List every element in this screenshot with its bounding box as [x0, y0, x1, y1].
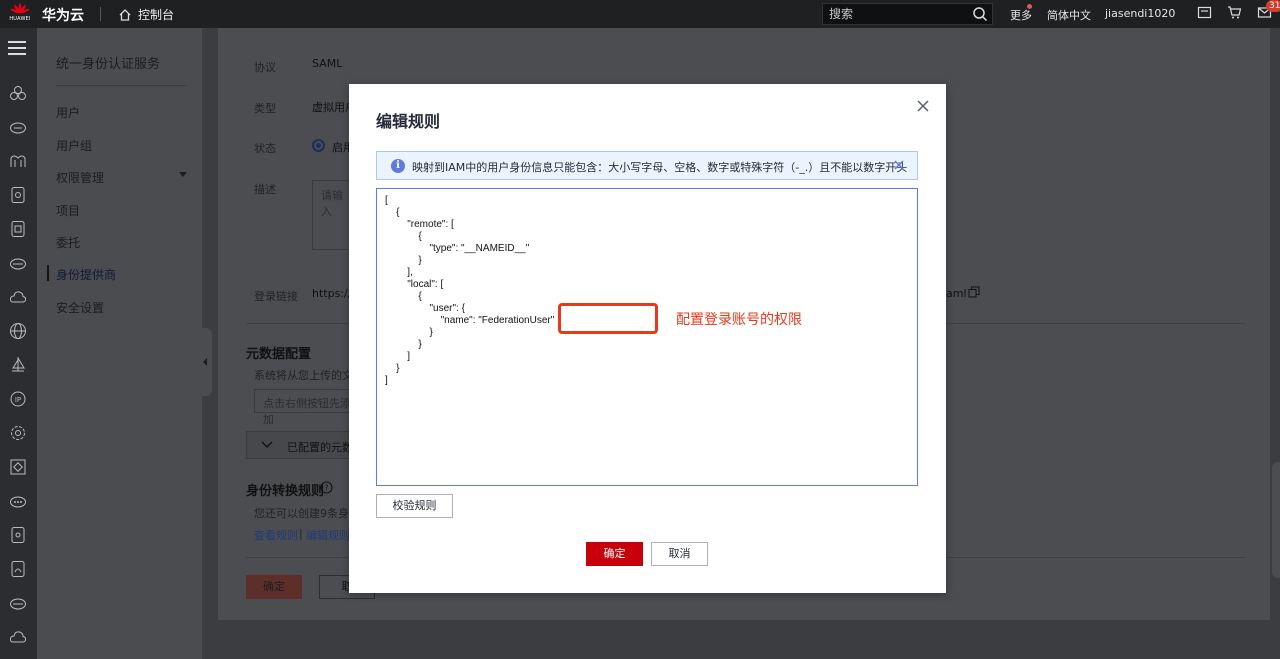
cart-icon[interactable] [1227, 5, 1242, 20]
disk-icon[interactable] [9, 594, 27, 612]
divider [100, 7, 101, 21]
logo-wordmark: HUAWEI [9, 16, 31, 22]
login-link-label: 登录链接 [254, 290, 298, 303]
chevron-down-icon [261, 441, 273, 449]
settings-gear-icon[interactable] [9, 424, 27, 442]
description-placeholder: 请输入 [321, 189, 343, 218]
status-radio-enabled[interactable] [312, 139, 325, 152]
edit-rules-link[interactable]: 编辑规则 [306, 527, 350, 543]
login-link-tail: aml [946, 287, 967, 300]
cloud-storage-icon[interactable] [9, 492, 27, 510]
rules-heading: 身份转换规则 [246, 484, 325, 499]
certificate-icon[interactable] [9, 560, 27, 578]
alert-close-icon[interactable] [893, 159, 905, 171]
notification-dot [1027, 4, 1032, 9]
info-alert: i 映射到IAM中的用户身份信息只能包含：大小写字母、空格、数字或特殊字符（-_… [376, 151, 918, 180]
sidebar-item-user-groups[interactable]: 用户组 [56, 137, 92, 154]
global-search[interactable] [822, 3, 993, 25]
metadata-input-placeholder: 点击右侧按钮先添加 [263, 397, 351, 426]
cloud-link-icon[interactable] [9, 628, 27, 646]
rules-description: 您还可以创建9条身份 [254, 507, 360, 520]
protocol-label: 协议 [254, 61, 276, 74]
protocol-value: SAML [312, 57, 343, 70]
chevron-down-icon[interactable] [179, 172, 187, 177]
description-textarea[interactable]: 请输入 [312, 180, 352, 250]
floating-help-widget[interactable] [1272, 462, 1280, 578]
metadata-description: 系统将从您上传的文 [254, 369, 353, 382]
metadata-collapse-label: 已配置的元数 [287, 441, 353, 454]
console-label: 控制台 [138, 8, 175, 22]
brand-name[interactable]: 华为云 [42, 5, 84, 25]
cloud-icon[interactable] [9, 288, 27, 306]
report-icon[interactable] [9, 526, 27, 544]
service-sidebar: 统一身份认证服务 用户 用户组 权限管理 项目 委托 身份提供商 安全设置 [37, 28, 202, 659]
page-ok-button[interactable]: 确定 [246, 575, 302, 599]
document-icon[interactable] [9, 186, 27, 204]
status-label: 状态 [254, 142, 276, 155]
sidebar-item-security-settings[interactable]: 安全设置 [56, 299, 104, 316]
help-icon[interactable]: ? [320, 481, 333, 494]
description-label: 描述 [254, 183, 276, 196]
scan-icon[interactable] [9, 458, 27, 476]
view-rules-link[interactable]: 查看规则 [254, 527, 298, 543]
type-label: 类型 [254, 102, 276, 115]
sidebar-item-identity-providers[interactable]: 身份提供商 [56, 266, 116, 283]
huawei-logo[interactable]: HUAWEI [6, 2, 34, 26]
database-icon[interactable] [9, 254, 27, 272]
edit-rules-dialog: 编辑规则 i 映射到IAM中的用户身份信息只能包含：大小写字母、空格、数字或特殊… [349, 84, 946, 593]
close-icon[interactable] [915, 98, 931, 114]
language-switch[interactable]: 简体中文 [1047, 7, 1091, 23]
globe-icon[interactable] [9, 322, 27, 340]
file-icon[interactable] [9, 220, 27, 238]
ip-icon[interactable]: IP [9, 390, 27, 408]
sidebar-item-projects[interactable]: 项目 [56, 202, 80, 219]
sail-icon[interactable] [9, 356, 27, 374]
service-icon-rail: IP [0, 28, 37, 659]
metadata-collapse-panel[interactable]: 已配置的元数 [246, 431, 354, 459]
bridge-icon[interactable] [9, 152, 27, 170]
home-icon [119, 8, 131, 21]
confirm-button[interactable]: 确定 [586, 542, 643, 566]
menu-icon[interactable] [8, 41, 26, 59]
cancel-button[interactable]: 取消 [651, 542, 708, 566]
info-icon: i [391, 159, 405, 173]
search-input[interactable] [829, 6, 969, 22]
cloud-server-icon[interactable] [9, 118, 27, 136]
svg-text:IP: IP [15, 396, 21, 404]
metadata-file-input[interactable]: 点击右侧按钮先添加 [254, 389, 354, 426]
sidebar-item-permissions[interactable]: 权限管理 [56, 169, 104, 186]
cluster-icon[interactable] [9, 84, 27, 102]
alert-text: 映射到IAM中的用户身份信息只能包含：大小写字母、空格、数字或特殊字符（-_.）… [412, 161, 908, 174]
sidebar-item-users[interactable]: 用户 [56, 104, 80, 121]
rules-json-text[interactable]: [ { "remote": [ { "type": "__NAMEID__" }… [385, 195, 554, 387]
svg-text:?: ? [324, 484, 328, 493]
more-menu[interactable]: 更多 [1010, 7, 1032, 23]
service-title: 统一身份认证服务 [56, 57, 161, 72]
metadata-heading: 元数据配置 [246, 347, 312, 362]
copy-icon[interactable] [968, 286, 980, 298]
annotation-text: 配置登录账号的权限 [676, 312, 802, 328]
active-indicator [47, 265, 49, 281]
user-menu[interactable]: jiasendi1020 [1105, 7, 1175, 20]
message-count-badge: 31 [1266, 0, 1280, 12]
rules-json-editor[interactable]: [ { "remote": [ { "type": "__NAMEID__" }… [376, 188, 918, 486]
chevron-left-icon [203, 358, 207, 366]
sidebar-divider [56, 85, 187, 86]
top-bar: HUAWEI 华为云 控制台 更多 简体中文 jiasendi1020 31 [0, 0, 1280, 28]
dialog-title: 编辑规则 [376, 112, 441, 131]
sidebar-collapse-toggle[interactable] [200, 328, 212, 396]
console-link[interactable]: 控制台 [118, 6, 174, 23]
huawei-petals-icon [11, 3, 29, 14]
search-icon[interactable] [972, 6, 988, 22]
verify-rules-button[interactable]: 校验规则 [376, 494, 453, 518]
link-separator: | [299, 527, 303, 540]
annotation-highlight-box [558, 303, 658, 334]
ticket-icon[interactable] [1197, 5, 1212, 20]
sidebar-item-agencies[interactable]: 委托 [56, 234, 80, 251]
